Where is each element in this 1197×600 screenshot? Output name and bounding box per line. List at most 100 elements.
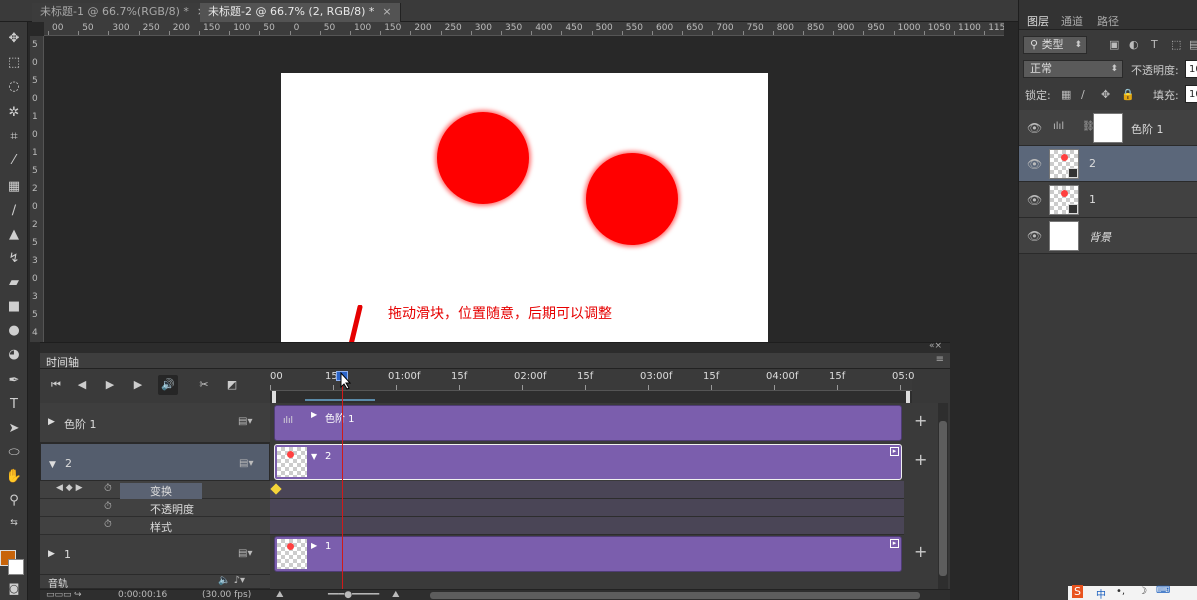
background-color-swatch[interactable] (8, 559, 24, 575)
keyframe-diamond-icon[interactable] (270, 483, 282, 495)
clip-levels[interactable]: ılıl ▶ 色阶 1 (274, 405, 902, 441)
eye-icon[interactable]: 👁 (1027, 193, 1042, 207)
marquee-tool-icon[interactable]: ⬚ (2, 52, 26, 74)
zoom-slider[interactable]: ━━━●━━━━━ (328, 590, 379, 600)
zoom-out-icon[interactable]: ⛰ (276, 590, 284, 600)
move-tool-icon[interactable]: ✥ (2, 28, 26, 50)
tab-paths[interactable]: 路径 (1097, 13, 1119, 29)
stamp-tool-icon[interactable]: ▲ (2, 224, 26, 246)
eyedropper-icon[interactable]: ⁄ (2, 150, 26, 172)
punctuation-icon[interactable]: •, (1116, 586, 1125, 597)
document-canvas[interactable] (281, 73, 768, 342)
quick-mask-icon[interactable]: ◙ (2, 578, 26, 600)
film-strip-icon[interactable]: ▤▾ (238, 416, 252, 427)
property-row-opacity[interactable]: ⏱ 不透明度 (40, 499, 270, 517)
lasso-tool-icon[interactable]: ◌ (2, 76, 26, 98)
lock-pixels-icon[interactable]: ∕ (1081, 88, 1085, 101)
audio-toggle-icon[interactable]: 🔊 (158, 375, 178, 395)
dodge-tool-icon[interactable]: ◕ (2, 344, 26, 366)
layer-mask-thumbnail[interactable] (1093, 113, 1123, 143)
filter-adjustment-icon[interactable]: ◐ (1129, 38, 1139, 51)
layer-row-background[interactable]: 👁 背景 (1019, 218, 1197, 254)
tab-untitled-1[interactable]: 未标题-1 @ 66.7%(RGB/8) *× (32, 3, 216, 22)
transition-icon[interactable]: ◩ (222, 375, 242, 395)
eraser-tool-icon[interactable]: ▰ (2, 272, 26, 294)
first-frame-icon[interactable]: ⏮ (46, 375, 66, 395)
moon-icon[interactable]: ☽ (1138, 586, 1147, 597)
split-scissors-icon[interactable]: ✂ (194, 375, 214, 395)
filter-shape-icon[interactable]: ⬚ (1171, 38, 1181, 51)
history-brush-icon[interactable]: ↯ (2, 248, 26, 270)
zoom-in-icon[interactable]: ⛰ (392, 590, 400, 600)
magic-wand-icon[interactable]: ✲ (2, 102, 26, 124)
transform-keyframe-track[interactable] (270, 481, 904, 499)
film-strip-icon[interactable]: ▤▾ (238, 548, 252, 559)
blur-tool-icon[interactable]: ● (2, 320, 26, 342)
render-icon[interactable]: ▭▭▭ (46, 590, 72, 600)
expand-triangle-icon[interactable]: ▶ (48, 549, 55, 559)
expand-triangle-icon[interactable]: ▶ (48, 417, 55, 427)
stopwatch-icon[interactable]: ⏱ (104, 501, 112, 512)
path-select-icon[interactable]: ➤ (2, 418, 26, 440)
clip-layer-2[interactable]: ▼ 2 ▸ (274, 444, 902, 480)
eye-icon[interactable]: 👁 (1027, 121, 1042, 135)
track-header-levels[interactable]: ▶ 色阶 1 ▤▾ (40, 403, 270, 443)
add-media-icon[interactable]: + (914, 450, 927, 469)
panel-menu-icon[interactable]: ≡ (936, 354, 944, 365)
zoom-tool-icon[interactable]: ⚲ (2, 490, 26, 512)
timeline-horizontal-scrollbar[interactable] (430, 592, 920, 599)
transition-end-icon[interactable]: ▸ (890, 447, 899, 456)
track-header-audio[interactable]: 音轨 🔈 ♪▾ (40, 575, 270, 590)
blend-mode-select[interactable]: 正常 ⬍ (1023, 60, 1123, 78)
work-area-bar[interactable] (270, 391, 912, 403)
keyframe-nav-icon[interactable]: ◀ ◆ ▶ (56, 483, 83, 493)
layer-row-levels[interactable]: 👁 ılıl ⛓ 色阶 1 (1019, 110, 1197, 146)
eye-icon[interactable]: 👁 (1027, 157, 1042, 171)
transition-end-icon[interactable]: ▸ (890, 539, 899, 548)
tab-channels[interactable]: 通道 (1061, 13, 1083, 29)
stopwatch-icon[interactable]: ⏱ (104, 519, 112, 530)
add-media-icon[interactable]: + (914, 411, 927, 430)
filter-pixel-icon[interactable]: ▣ (1109, 38, 1119, 51)
ime-language[interactable]: 中 (1096, 586, 1106, 600)
convert-icon[interactable]: ↪ (74, 590, 82, 600)
filter-smart-icon[interactable]: ▤ (1189, 38, 1197, 51)
close-icon[interactable]: × (382, 5, 391, 18)
timeline-vertical-scrollbar[interactable] (938, 403, 948, 589)
brush-tool-icon[interactable]: ∕ (2, 200, 26, 222)
audio-icons[interactable]: 🔈 ♪▾ (218, 575, 245, 586)
opacity-input[interactable]: 100 (1185, 60, 1197, 78)
scroll-thumb[interactable] (939, 421, 947, 576)
property-row-transform[interactable]: ◀ ◆ ▶ ⏱ 变换 (40, 481, 270, 499)
opacity-keyframe-track[interactable] (270, 499, 904, 517)
fill-input[interactable]: 100 (1185, 85, 1197, 103)
type-tool-icon[interactable]: T (2, 394, 26, 416)
play-icon[interactable]: ▶ (100, 375, 120, 395)
timeline-ruler[interactable]: 00 15f 01:00f 15f 02:00f 15f 03:00f 15f 04:00f 15… (270, 369, 914, 391)
collapse-triangle-icon[interactable]: ▼ (49, 457, 56, 473)
gradient-tool-icon[interactable]: ■ (2, 296, 26, 318)
lock-position-icon[interactable]: ✥ (1101, 88, 1110, 101)
hand-tool-icon[interactable]: ✋ (2, 466, 26, 488)
lock-all-icon[interactable]: 🔒 (1121, 88, 1135, 101)
lock-transparent-icon[interactable]: ▦ (1061, 88, 1071, 101)
tab-untitled-2[interactable]: 未标题-2 @ 66.7% (2, RGB/8) * × (200, 3, 401, 22)
track-header-1[interactable]: ▶ 1 ▤▾ (40, 535, 270, 575)
stopwatch-icon[interactable]: ⏱ (104, 483, 112, 494)
ime-toolbar[interactable]: S 中 •, ☽ ⌨ (1068, 585, 1197, 600)
eye-icon[interactable]: 👁 (1027, 229, 1042, 243)
layer-row-1[interactable]: 👁 1 (1019, 182, 1197, 218)
previous-frame-icon[interactable]: ◀ (72, 375, 92, 395)
style-keyframe-track[interactable] (270, 517, 904, 535)
next-frame-icon[interactable]: ▶ (128, 375, 148, 395)
tab-layers[interactable]: 图层 (1027, 13, 1049, 29)
healing-brush-icon[interactable]: ▦ (2, 176, 26, 198)
clip-layer-1[interactable]: ▶ 1 ▸ (274, 536, 902, 572)
add-media-icon[interactable]: + (914, 542, 927, 561)
layer-row-2[interactable]: 👁 2 (1019, 146, 1197, 182)
property-row-style[interactable]: ⏱ 样式 (40, 517, 270, 535)
collapse-icon[interactable]: «× (929, 341, 942, 351)
shape-tool-icon[interactable]: ⬭ (2, 442, 26, 464)
crop-tool-icon[interactable]: ⌗ (2, 126, 26, 148)
track-header-2[interactable]: ▼ 2 ▤▾ (40, 443, 270, 481)
